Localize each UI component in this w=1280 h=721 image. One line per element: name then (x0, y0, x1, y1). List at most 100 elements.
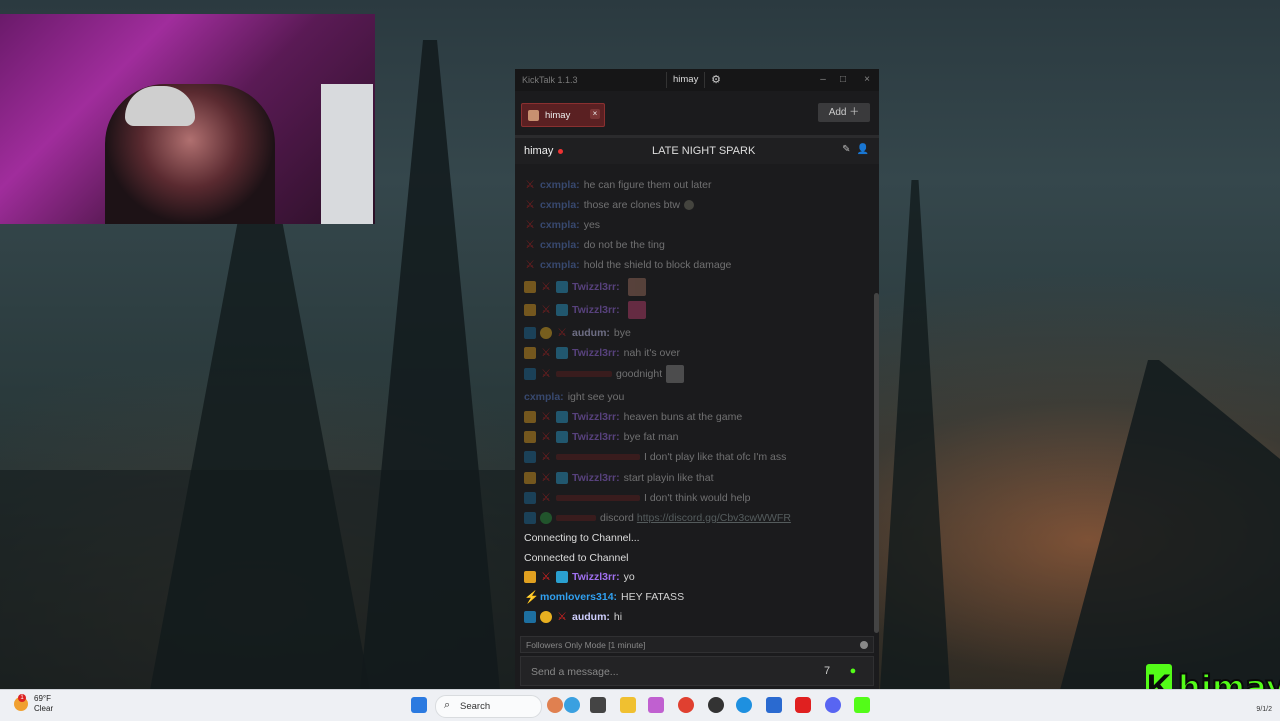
chat-header: himay LATE NIGHT SPARK ✎ 👤 (515, 138, 879, 164)
start-icon[interactable] (411, 697, 427, 713)
redacted-username[interactable] (556, 515, 596, 521)
subscriber-badge-icon (556, 304, 568, 316)
chat-username[interactable]: cxmpla: (540, 239, 580, 251)
discord-link[interactable]: https://discord.gg/Cbv3cwWWFR (637, 512, 791, 524)
people-icon[interactable] (547, 697, 563, 713)
crown-badge-icon (524, 304, 536, 316)
chat-username[interactable]: cxmpla: (524, 391, 564, 403)
sword-badge-icon: ⚔ (525, 259, 535, 271)
file-explorer-icon[interactable] (620, 697, 636, 713)
minimize-icon[interactable]: – (815, 72, 831, 88)
close-icon[interactable]: × (859, 72, 875, 88)
message-input[interactable] (529, 657, 803, 687)
chat-message: ⚡ momlovers314: HEY FATASS (524, 587, 684, 607)
chat-message: ⚔ audum: hi (524, 607, 622, 627)
chat-scrollbar[interactable] (874, 293, 879, 633)
close-tab-icon[interactable]: × (590, 109, 600, 119)
kicktalk-taskbar-icon[interactable] (854, 697, 870, 713)
chat-message: ⚔ Twizzl3rr: bye fat man (524, 427, 679, 447)
widgets-icon[interactable] (564, 697, 580, 713)
weather-temp: 69°F (34, 694, 51, 703)
emote-icon (666, 365, 685, 383)
chat-username[interactable]: Twizzl3rr: (572, 304, 620, 316)
chat-text: I don't play like that ofc I'm ass (644, 451, 787, 463)
chat-username[interactable]: cxmpla: (540, 199, 580, 211)
chrome-icon[interactable] (678, 697, 694, 713)
app-title: KickTalk 1.1.3 (522, 75, 578, 85)
emote-picker-icon[interactable]: 7 (819, 663, 835, 679)
user-icon[interactable]: 👤 (857, 144, 869, 155)
emoji-icon (684, 200, 694, 210)
chat-username[interactable]: Twizzl3rr: (572, 347, 620, 359)
subscriber-badge-icon (556, 571, 568, 583)
chat-username[interactable]: cxmpla: (540, 219, 580, 231)
channel-tab-label: himay (545, 109, 571, 121)
clock-text: 9/1/2 (1256, 706, 1272, 713)
sword-badge-icon: ⚔ (557, 611, 567, 623)
sword-badge-icon: ⚔ (525, 179, 535, 191)
chat-message: ⚔ Twizzl3rr: yo (524, 567, 635, 587)
crown-badge-icon (524, 347, 536, 359)
redacted-username[interactable] (556, 371, 612, 377)
chat-text: HEY FATASS (621, 591, 685, 603)
chat-text: hold the shield to block damage (583, 259, 732, 271)
moderator-badge-icon (524, 327, 536, 339)
moderator-badge-icon (524, 492, 536, 504)
chat-text: ight see you (567, 391, 625, 403)
settings-gear-icon[interactable]: ⚙ (708, 72, 724, 88)
taskbar-search[interactable]: ⌕ Search (435, 695, 542, 718)
chat-username[interactable]: Twizzl3rr: (572, 281, 620, 293)
store-icon[interactable] (766, 697, 782, 713)
redacted-username[interactable] (556, 454, 640, 460)
chat-username[interactable]: audum: (572, 327, 610, 339)
channel-avatar (528, 109, 539, 121)
followers-mode-text: Followers Only Mode [1 minute] (526, 640, 646, 650)
chat-username[interactable]: Twizzl3rr: (572, 472, 620, 484)
webcam-door (321, 84, 373, 224)
chat-text: do not be the ting (583, 239, 665, 251)
chat-username[interactable]: momlovers314: (540, 591, 617, 603)
emote-icon (627, 301, 646, 319)
chat-username[interactable]: Twizzl3rr: (572, 571, 620, 583)
chat-message: ⚔ I don't think would help (524, 488, 751, 508)
search-icon: ⌕ (444, 699, 451, 711)
sword-badge-icon: ⚔ (557, 327, 567, 339)
weather-widget[interactable]: 1 69°F Clear (14, 694, 53, 714)
add-channel-button[interactable]: Add ＋ (818, 103, 870, 122)
kicktalk-window: KickTalk 1.1.3 himay ⚙ – □ × himay × Add… (515, 69, 879, 690)
chat-message: ⚔ Twizzl3rr: nah it's over (524, 343, 680, 363)
kick-emote-icon[interactable]: ● (845, 663, 861, 679)
titlebar-channel-tab[interactable]: himay (666, 72, 706, 88)
chat-username[interactable]: Twizzl3rr: (572, 411, 620, 423)
sword-badge-icon: ⚔ (541, 368, 551, 380)
pencil-icon[interactable]: ✎ (842, 144, 850, 155)
moderator-badge-icon (524, 451, 536, 463)
chat-message: ⚔ Twizzl3rr: heaven buns at the game (524, 407, 742, 427)
obs-icon[interactable] (708, 697, 724, 713)
redacted-username[interactable] (556, 495, 640, 501)
chat-message: ⚔ cxmpla: he can figure them out later (524, 175, 711, 195)
bolt-badge-icon: ⚡ (524, 590, 539, 604)
chat-username[interactable]: cxmpla: (540, 259, 580, 271)
info-icon[interactable] (860, 641, 868, 649)
youtube-icon[interactable] (795, 697, 811, 713)
discord-icon[interactable] (825, 697, 841, 713)
channel-tab-himay[interactable]: himay × (521, 103, 605, 127)
chat-message: ⚔ goodnight (524, 364, 685, 384)
chat-message: ⚔ cxmpla: yes (524, 215, 600, 235)
sword-badge-icon: ⚔ (525, 199, 535, 211)
title-bar: KickTalk 1.1.3 himay ⚙ – □ × (515, 69, 879, 91)
chat-message: ⚔ audum: bye (524, 323, 631, 343)
gift-badge-icon (540, 611, 552, 623)
sword-badge-icon: ⚔ (541, 451, 551, 463)
task-view-icon[interactable] (590, 697, 606, 713)
sword-badge-icon: ⚔ (541, 492, 551, 504)
chat-message: ⚔ I don't play like that ofc I'm ass (524, 447, 786, 467)
maximize-icon[interactable]: □ (835, 72, 851, 88)
chat-username[interactable]: audum: (572, 611, 610, 623)
chat-username[interactable]: Twizzl3rr: (572, 431, 620, 443)
copilot-icon[interactable] (648, 697, 664, 713)
chat-text: bye (613, 327, 631, 339)
chat-username[interactable]: cxmpla: (540, 179, 580, 191)
edge-icon[interactable] (736, 697, 752, 713)
